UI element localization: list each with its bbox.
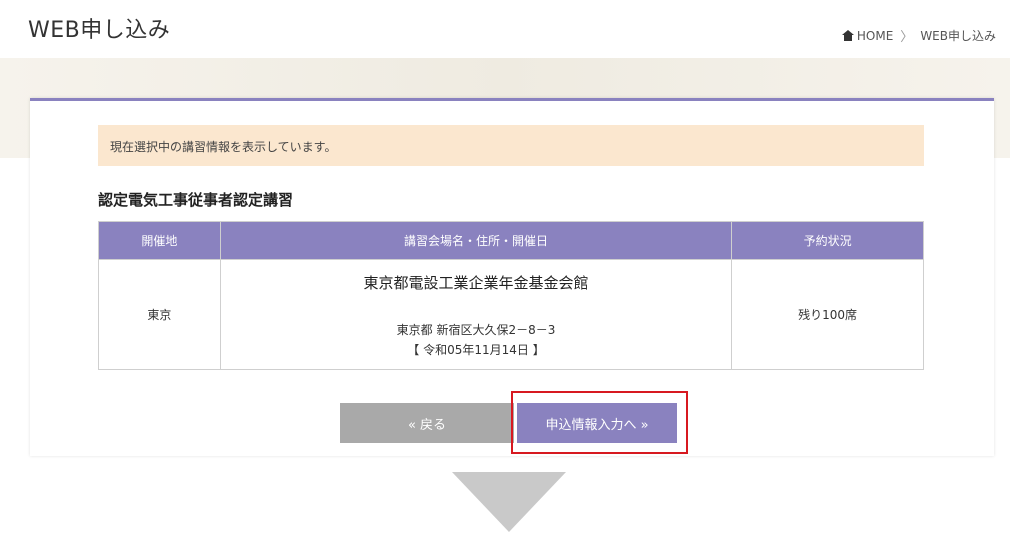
notice-banner: 現在選択中の講習情報を表示しています。 — [98, 125, 924, 166]
venue-date: 【 令和05年11月14日 】 — [407, 342, 545, 357]
table-row: 東京 東京都電設工業企業年金基金会館 東京都 新宿区大久保2－8－3 【 令和0… — [98, 259, 924, 370]
down-triangle-icon — [452, 472, 566, 532]
breadcrumb-home-link[interactable]: HOME — [857, 29, 893, 43]
button-row: « 戻る 申込情報入力へ » — [30, 391, 994, 454]
breadcrumb: HOME 〉 WEB申し込み — [841, 26, 996, 45]
header-place: 開催地 — [98, 221, 221, 260]
venue-address: 東京都 新宿区大久保2－8－3 — [396, 322, 556, 337]
cell-status: 残り100席 — [731, 259, 924, 370]
home-icon — [841, 30, 854, 41]
cell-venue: 東京都電設工業企業年金基金会館 東京都 新宿区大久保2－8－3 【 令和05年1… — [219, 259, 733, 370]
back-button[interactable]: « 戻る — [340, 403, 514, 443]
next-button[interactable]: 申込情報入力へ » — [517, 403, 677, 443]
venue-name: 東京都電設工業企業年金基金会館 — [363, 273, 589, 292]
cell-place: 東京 — [98, 259, 221, 370]
table-header-row: 開催地 講習会場名・住所・開催日 予約状況 — [98, 221, 924, 260]
chevron-right-icon: 〉 — [900, 30, 914, 45]
page: WEB申し込み HOME 〉 WEB申し込み 現在選択中の講習情報を表示していま… — [0, 0, 1010, 552]
breadcrumb-current: WEB申し込み — [920, 29, 996, 43]
content-card: 現在選択中の講習情報を表示しています。 認定電気工事従事者認定講習 開催地 講習… — [30, 98, 994, 456]
course-title: 認定電気工事従事者認定講習 — [98, 191, 294, 209]
page-title: WEB申し込み — [28, 18, 171, 43]
header-status: 予約状況 — [731, 221, 924, 260]
course-info-table: 開催地 講習会場名・住所・開催日 予約状況 東京 東京都電設工業企業年金基金会館… — [98, 221, 924, 370]
header-venue: 講習会場名・住所・開催日 — [219, 221, 733, 260]
